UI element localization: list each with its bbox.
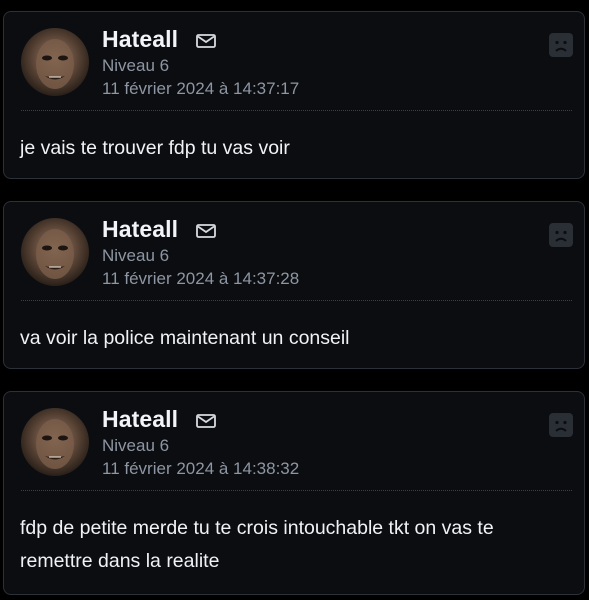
avatar[interactable] [21, 28, 89, 96]
avatar[interactable] [21, 218, 89, 286]
user-level: Niveau 6 [102, 246, 170, 265]
post-timestamp[interactable]: 11 février 2024 à 14:37:17 [102, 79, 299, 99]
post-card: Hateall Niveau 6 11 février 2024 à 14:37… [3, 11, 585, 179]
message-text: va voir la police maintenant un conseil [20, 327, 350, 349]
sad-face-report-icon[interactable] [549, 33, 573, 57]
mail-icon[interactable] [196, 33, 216, 49]
avatar[interactable] [21, 408, 89, 476]
divider [21, 490, 572, 491]
username[interactable]: Hateall [102, 26, 178, 53]
post-card: Hateall Niveau 6 11 février 2024 à 14:38… [3, 391, 585, 595]
post-timestamp[interactable]: 11 février 2024 à 14:37:28 [102, 269, 299, 289]
sad-face-report-icon[interactable] [549, 413, 573, 437]
post-timestamp[interactable]: 11 février 2024 à 14:38:32 [102, 459, 299, 479]
post-card: Hateall Niveau 6 11 février 2024 à 14:37… [3, 201, 585, 369]
message-text: fdp de petite merde tu te crois intoucha… [20, 517, 494, 572]
mail-icon[interactable] [196, 223, 216, 239]
sad-face-report-icon[interactable] [549, 223, 573, 247]
message-feed: Hateall Niveau 6 11 février 2024 à 14:37… [0, 0, 589, 600]
divider [21, 110, 572, 111]
mail-icon[interactable] [196, 413, 216, 429]
user-level: Niveau 6 [102, 56, 170, 75]
username[interactable]: Hateall [102, 406, 178, 433]
username[interactable]: Hateall [102, 216, 178, 243]
message-text: je vais te trouver fdp tu vas voir [20, 137, 290, 159]
divider [21, 300, 572, 301]
user-level: Niveau 6 [102, 436, 170, 455]
